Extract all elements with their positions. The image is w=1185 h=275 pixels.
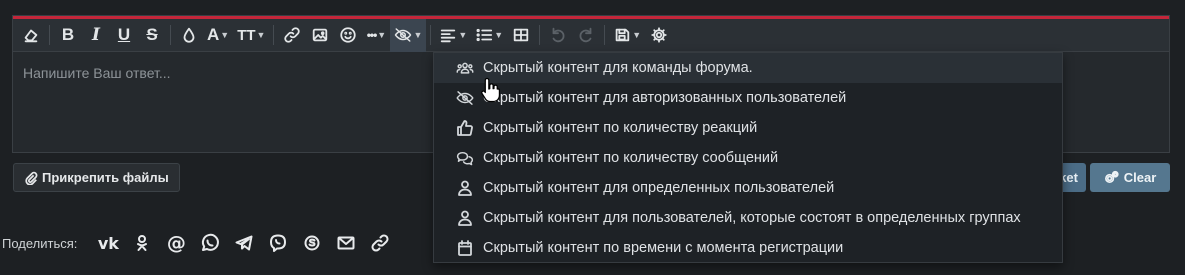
toolbar-separator [273,25,275,45]
whatsapp-icon[interactable] [193,230,227,256]
strikethrough-icon[interactable]: S [138,19,166,52]
image-icon[interactable] [306,19,334,52]
emoji-icon[interactable] [334,19,362,52]
mail-icon[interactable] [329,230,363,256]
calendar-icon [456,239,478,257]
attach-files-label: Прикрепить файлы [42,170,169,185]
undo-icon[interactable] [544,19,572,52]
editor-placeholder: Напишите Ваш ответ... [23,65,171,81]
font-family-glyph: A [207,25,220,44]
hide-content-icon[interactable]: ▼ [390,18,427,52]
link-icon[interactable] [278,19,306,52]
chevron-down-icon: ▼ [632,30,642,40]
paperclip-icon [25,171,38,185]
toolbar-separator [49,25,50,45]
drafts-icon[interactable]: ▼ [609,19,645,52]
users-icon [456,59,478,77]
share-bar: Поделиться: vk @ [2,230,397,256]
editor-toolbar: B I U S A ▼ TT ▼ ••• ▼ ▼ ▼ ▼ ▼ [13,18,1169,52]
menu-item-label: Скрытый контент по количеству сообщений [483,150,779,166]
vk-icon[interactable]: vk [91,230,125,256]
bold-icon[interactable]: B [54,19,82,52]
comments-icon [456,149,478,167]
remove-format-icon[interactable] [17,19,45,52]
chevron-down-icon: ▼ [494,30,504,40]
menu-item-hide-authorized[interactable]: Скрытый контент для авторизованных польз… [434,83,1062,113]
user-icon [456,179,478,197]
menu-item-hide-registration-time[interactable]: Скрытый контент по времени с момента рег… [434,233,1062,263]
italic-icon[interactable]: I [82,19,110,52]
chevron-down-icon: ▼ [413,30,423,40]
thumbs-up-icon [456,119,478,137]
menu-item-hide-groups[interactable]: Скрытый контент для пользователей, котор… [434,203,1062,233]
menu-item-hide-users[interactable]: Скрытый контент для определенных пользов… [434,173,1062,203]
clear-button[interactable]: Clear [1090,163,1170,192]
font-size-icon[interactable]: TT ▼ [233,19,269,52]
toolbar-separator [539,25,541,45]
menu-item-label: Скрытый контент для пользователей, котор… [483,210,1021,226]
menu-item-hide-messages[interactable]: Скрытый контент по количеству сообщений [434,143,1062,173]
toolbar-separator [170,25,171,45]
strikethrough-glyph: S [146,25,158,44]
menu-item-hide-staff[interactable]: Скрытый контент для команды форума. [434,53,1062,83]
font-size-glyph: TT [237,26,256,44]
text-color-icon[interactable] [175,19,203,52]
bold-glyph: B [61,25,75,44]
telegram-icon[interactable] [227,230,261,256]
share-label: Поделиться: [2,235,78,251]
toolbar-separator [430,25,432,45]
font-family-icon[interactable]: A ▼ [203,19,233,52]
chevron-down-icon: ▼ [220,30,230,40]
odnoklassniki-icon[interactable] [125,230,159,256]
reply-editor-page: B I U S A ▼ TT ▼ ••• ▼ ▼ ▼ ▼ ▼ Напишите … [0,0,1185,275]
menu-item-label: Скрытый контент для определенных пользов… [483,180,835,196]
gears-icon [1104,170,1119,184]
align-icon[interactable]: ▼ [435,19,471,52]
chevron-down-icon: ▼ [256,30,266,40]
eye-slash-icon [456,89,478,107]
email-at-icon[interactable]: @ [159,230,193,256]
menu-item-label: Скрытый контент для авторизованных польз… [483,90,847,106]
attach-files-button[interactable]: Прикрепить файлы [13,163,180,192]
user-icon [456,209,478,227]
hide-content-menu: Скрытый контент для команды форума. Скры… [433,52,1063,263]
menu-item-label: Скрытый контент для команды форума. [483,60,753,76]
toolbar-separator [604,25,606,45]
underline-glyph: U [117,25,131,44]
viber-icon[interactable] [261,230,295,256]
more-glyph: ••• [366,28,378,42]
settings-icon[interactable] [645,19,673,52]
chevron-down-icon: ▼ [458,30,468,40]
menu-item-label: Скрытый контент по времени с момента рег… [483,240,844,256]
italic-glyph: I [92,25,100,45]
table-icon[interactable] [507,19,535,52]
redo-icon[interactable] [572,19,600,52]
list-icon[interactable]: ▼ [471,19,507,52]
menu-item-label: Скрытый контент по количеству реакций [483,120,758,136]
clear-button-label: Clear [1123,170,1157,185]
skype-icon[interactable] [295,230,329,256]
more-icon[interactable]: ••• ▼ [362,19,390,52]
link-icon[interactable] [363,230,397,256]
menu-item-hide-reactions[interactable]: Скрытый контент по количеству реакций [434,113,1062,143]
chevron-down-icon: ▼ [377,30,387,40]
underline-icon[interactable]: U [110,19,138,52]
